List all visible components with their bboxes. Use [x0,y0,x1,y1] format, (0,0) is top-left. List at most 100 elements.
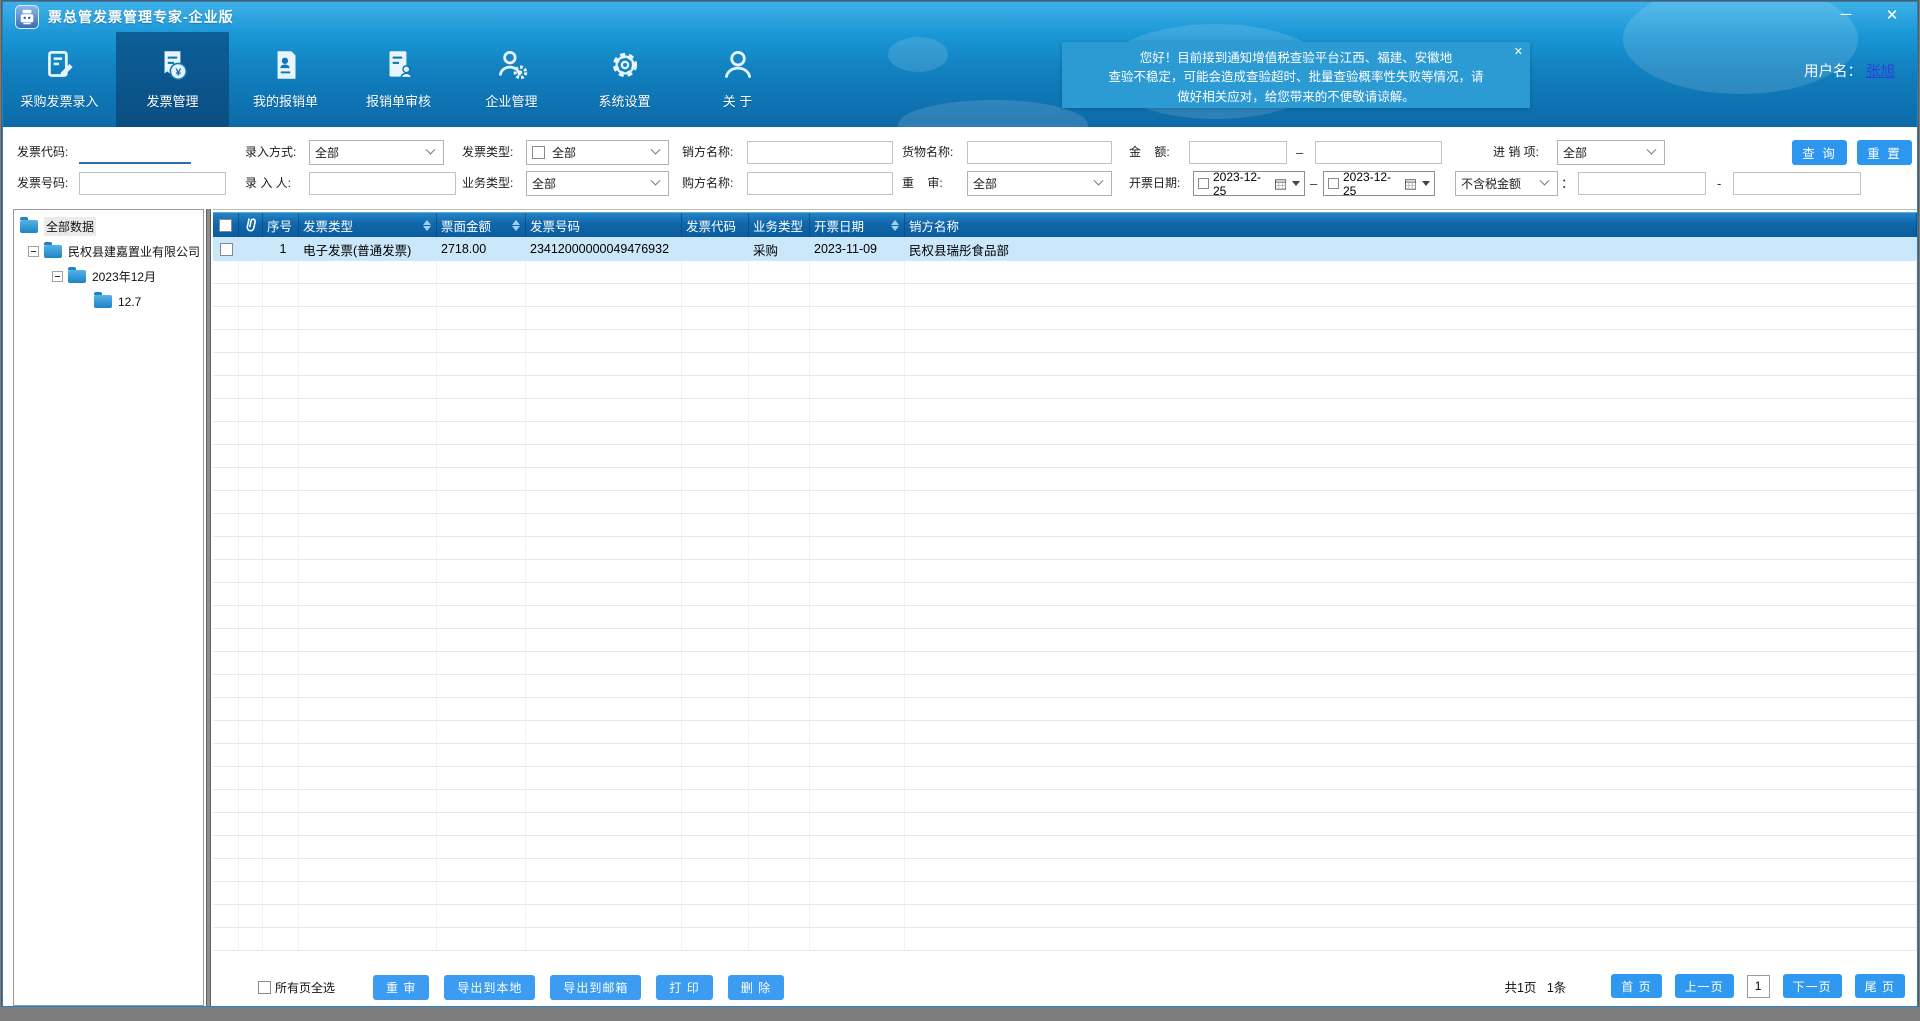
app-logo-icon [15,5,39,29]
toolbar-item-label: 发票管理 [146,91,198,110]
toolbar-item-enterprise-management[interactable]: 企业管理 [455,32,568,127]
filter-panel: 发票代码: 录入方式: 全部 发票类型: 全部 销方名称: 货物名称: 金 额: [3,127,1917,209]
first-page-button[interactable]: 首 页 [1611,974,1661,998]
toolbar-item-invoice-management[interactable]: ¥ 发票管理 [116,32,229,127]
user-info: 用户名： 张旭 [1804,60,1895,81]
table-empty-row [213,353,1917,376]
toolbar-item-purchase-invoice-entry[interactable]: 采购发票录入 [3,32,116,127]
amount-range-dash: – [1296,140,1303,165]
column-header-seq[interactable]: 序号 [263,213,299,237]
date-from-picker[interactable]: 2023-12-25 [1193,171,1305,196]
chevron-down-icon [426,145,436,155]
date-from-checkbox[interactable] [1198,178,1209,189]
page-number-box[interactable]: 1 [1747,975,1770,998]
next-page-button[interactable]: 下一页 [1783,974,1842,998]
table-empty-row [213,767,1917,790]
sort-icon[interactable] [423,220,431,231]
pagination: 共1页 1条 首 页 上一页 1 下一页 尾 页 [1504,974,1905,998]
amount-from-input[interactable] [1189,141,1287,164]
user-name-link[interactable]: 张旭 [1866,64,1895,80]
buyer-name-input[interactable] [747,172,893,195]
business-type-select[interactable]: 全部 [526,171,669,196]
collapse-icon[interactable] [52,271,63,282]
sort-icon[interactable] [891,220,899,231]
taxfree-to-input[interactable] [1733,172,1861,195]
tree-node-all-data[interactable]: 全部数据 [14,214,203,239]
collapse-icon[interactable] [28,246,39,257]
toolbar-item-label: 报销单审核 [366,91,431,110]
column-header-seller[interactable]: 销方名称 [905,213,1917,237]
recheck-select[interactable]: 全部 [967,171,1112,196]
notice-close-icon[interactable]: ✕ [1514,44,1523,61]
notice-line: 您好！目前接到通知增值税查验平台江西、福建、安徽地 [1062,49,1530,68]
taxfree-from-input[interactable] [1578,172,1706,195]
tree-node-day[interactable]: 12.7 [14,289,203,314]
table-empty-row [213,330,1917,353]
row-checkbox[interactable] [220,243,233,256]
date-range-dash: – [1310,171,1317,196]
delete-button[interactable]: 删 除 [728,975,784,1000]
table-empty-row [213,928,1917,951]
amount-to-input[interactable] [1315,141,1442,164]
toolbar-item-my-expense-form[interactable]: 我的报销单 [229,32,342,127]
select-all-pages-label: 所有页全选 [275,979,335,996]
table-empty-row [213,744,1917,767]
export-mail-button[interactable]: 导出到邮箱 [550,975,641,1000]
minimize-button[interactable]: ─ [1835,6,1857,24]
date-to-picker[interactable]: 2023-12-25 [1323,171,1435,196]
column-header-business-type[interactable]: 业务类型 [749,213,810,237]
export-local-button[interactable]: 导出到本地 [444,975,535,1000]
reset-button[interactable]: 重 置 [1857,140,1912,165]
invoice-code-input[interactable] [79,141,191,164]
last-page-button[interactable]: 尾 页 [1855,974,1905,998]
toolbar-item-system-settings[interactable]: 系统设置 [568,32,681,127]
sort-icon[interactable] [512,220,520,231]
invoice-type-checkbox[interactable] [532,146,545,159]
chevron-down-icon [1292,181,1300,186]
query-button[interactable]: 查 询 [1792,140,1847,165]
column-header-amount[interactable]: 票面金额 [437,213,526,237]
amount-label: 金 额: [1129,140,1170,165]
my-expense-form-icon [267,42,305,88]
invoice-type-select[interactable]: 全部 [526,140,669,165]
table-empty-row [213,629,1917,652]
recheck-button[interactable]: 重 审 [373,975,429,1000]
invoice-number-input[interactable] [79,172,226,195]
seller-name-input[interactable] [747,141,893,164]
tree-node-company[interactable]: 民权县建嘉置业有限公司 [14,239,203,264]
tree-node-month[interactable]: 2023年12月 [14,264,203,289]
invoice-code-label: 发票代码: [17,140,68,165]
prev-page-button[interactable]: 上一页 [1675,974,1734,998]
amount-type-select[interactable]: 不含税金额 [1455,171,1558,196]
inout-select[interactable]: 全部 [1557,140,1665,165]
column-header-invoice-type[interactable]: 发票类型 [299,213,437,237]
invoice-type-label: 发票类型: [462,140,513,165]
paperclip-icon [243,217,258,234]
column-header-date[interactable]: 开票日期 [810,213,905,237]
toolbar-item-expense-audit[interactable]: 报销单审核 [342,32,455,127]
entry-mode-value: 全部 [315,144,339,161]
select-all-checkbox[interactable] [219,219,232,232]
close-button[interactable]: ✕ [1881,6,1903,24]
entry-person-input[interactable] [309,172,456,195]
goods-name-input[interactable] [967,141,1112,164]
decor-bubble [888,37,948,72]
row-date: 2023-11-09 [810,237,905,261]
table-row[interactable]: 1 电子发票(普通发票) 2718.00 2341200000004947693… [213,237,1917,261]
entry-mode-label: 录入方式: [245,140,296,165]
taxfree-range-dash: - [1717,171,1721,196]
entry-mode-select[interactable]: 全部 [309,140,444,165]
print-button[interactable]: 打 印 [656,975,712,1000]
column-header-invoice-code[interactable]: 发票代码 [682,213,749,237]
toolbar-item-about[interactable]: 关 于 [681,32,794,127]
table-empty-row [213,882,1917,905]
inout-value: 全部 [1563,144,1587,161]
notice-banner: ✕ 您好！目前接到通知增值税查验平台江西、福建、安徽地 查验不稳定，可能会造成查… [1062,42,1530,108]
column-header-invoice-number[interactable]: 发票号码 [526,213,682,237]
date-to-checkbox[interactable] [1328,178,1339,189]
footer-bar: 所有页全选 重 审 导出到本地 导出到邮箱 打 印 删 除 共1页 1条 首 页… [213,968,1917,1006]
select-all-pages-checkbox[interactable] [258,981,271,994]
app-window: 票总管发票管理专家-企业版 ─ ✕ 采购 [0,0,1920,1021]
panel-splitter[interactable] [206,209,211,1006]
invoice-table: 序号 发票类型 票面金额 发票号码 发票代码 业务类型 开票日期 销方名称 [213,209,1917,967]
